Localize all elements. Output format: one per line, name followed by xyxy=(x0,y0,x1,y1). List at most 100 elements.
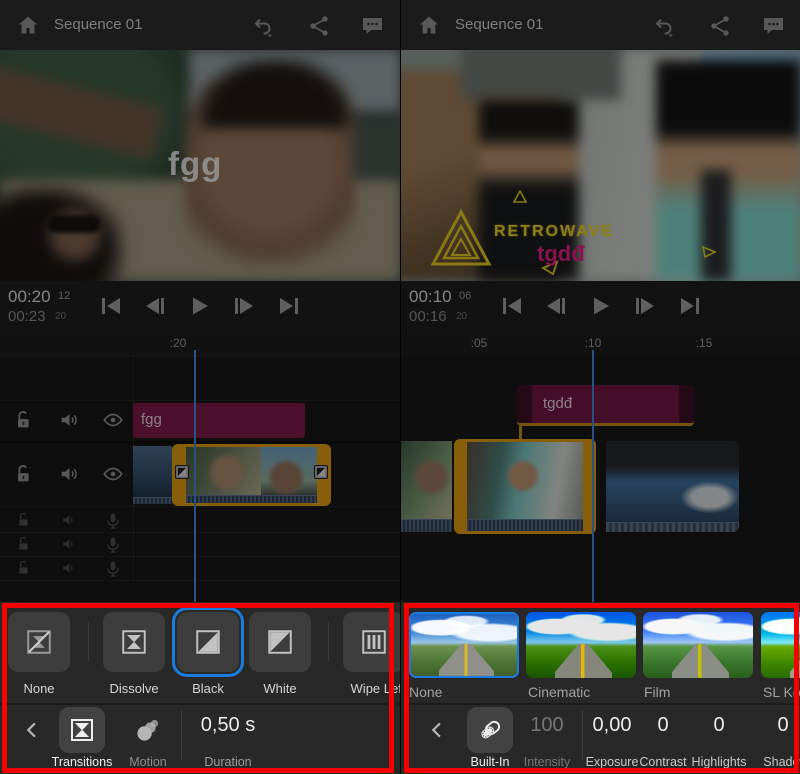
timeline-ruler[interactable]: :20 xyxy=(0,331,400,356)
transition-option-white[interactable] xyxy=(249,612,311,672)
video-clip[interactable] xyxy=(401,441,452,532)
param-label: Highlights xyxy=(691,755,747,769)
clip-trim-handle[interactable] xyxy=(517,385,532,423)
share-icon[interactable] xyxy=(708,14,732,38)
ruler-tick: :15 xyxy=(695,336,713,350)
skip-to-end-button[interactable] xyxy=(278,296,300,316)
transitions-panel: None Dissolve Black White Wipe Left Tran… xyxy=(0,602,400,774)
clip-frame-art xyxy=(467,442,583,531)
premiere-rush-dual-screenshot: Sequence 01 fgg 00:20 12 00:23 20:20 fg… xyxy=(0,0,800,774)
playhead[interactable] xyxy=(592,350,594,602)
audio-waveform xyxy=(186,495,317,503)
selected-video-clip[interactable] xyxy=(454,439,596,534)
transition-label: None xyxy=(23,681,55,696)
param-value[interactable]: 0 xyxy=(713,714,724,737)
clip-trim-handle[interactable] xyxy=(679,385,694,423)
undo-icon[interactable] xyxy=(651,14,675,38)
filter-option-none[interactable] xyxy=(409,612,519,678)
transition-label: Wipe Left xyxy=(350,681,400,696)
audio-waveform xyxy=(401,519,452,532)
transition-option-wipe-left[interactable] xyxy=(343,612,400,672)
track-mute-icon[interactable] xyxy=(58,463,80,485)
comment-icon[interactable] xyxy=(360,14,385,38)
home-icon[interactable] xyxy=(16,13,40,37)
panel-divider xyxy=(401,703,800,705)
track-mic-icon[interactable] xyxy=(104,560,123,579)
home-icon[interactable] xyxy=(417,13,441,37)
skip-to-start-button[interactable] xyxy=(100,296,122,316)
step-back-button[interactable] xyxy=(545,296,567,316)
track-lock-icon[interactable] xyxy=(16,512,33,529)
small-triangle-graphic xyxy=(513,190,527,203)
filter-option-cinematic[interactable] xyxy=(526,612,636,678)
clip-thumbnail xyxy=(186,447,317,503)
skip-to-start-button[interactable] xyxy=(501,296,523,316)
step-forward-button[interactable] xyxy=(634,296,656,316)
param-value[interactable]: 0,00 xyxy=(593,714,632,737)
track-mute-icon[interactable] xyxy=(61,512,78,529)
track-lock-icon[interactable] xyxy=(13,463,35,485)
track-lock-icon[interactable] xyxy=(16,560,33,577)
transition-indicator-icon[interactable] xyxy=(314,465,328,479)
filter-option-sl-ko[interactable] xyxy=(761,612,800,678)
track-mute-icon[interactable] xyxy=(61,536,78,553)
preview-art xyxy=(461,50,621,100)
track-mic-icon[interactable] xyxy=(104,512,123,531)
undo-icon[interactable] xyxy=(250,14,274,38)
clip-thumbnail xyxy=(467,442,583,531)
track-separator xyxy=(0,580,400,581)
right-app-panel: Sequence 01 RETROWAVE tgdđ 00:10 06 00:1… xyxy=(400,0,800,774)
transition-label: Dissolve xyxy=(109,681,159,696)
share-icon[interactable] xyxy=(307,14,331,38)
chevron-left-icon[interactable] xyxy=(22,718,42,742)
transition-indicator-icon[interactable] xyxy=(175,465,189,479)
tab-motion[interactable] xyxy=(125,707,171,753)
built-in-filter-icon xyxy=(481,720,501,739)
skip-to-end-button[interactable] xyxy=(679,296,701,316)
video-clip[interactable] xyxy=(133,446,172,504)
video-preview[interactable]: fgg xyxy=(0,50,400,281)
total-frames: 20 xyxy=(55,311,67,322)
filter-option-film[interactable] xyxy=(643,612,753,678)
param-value[interactable]: 0 xyxy=(657,714,668,737)
chevron-left-icon[interactable] xyxy=(427,718,447,742)
param-value[interactable]: 0 xyxy=(777,714,788,737)
left-header: Sequence 01 xyxy=(0,0,400,50)
video-preview[interactable]: RETROWAVE tgdđ xyxy=(401,50,800,281)
param-value[interactable]: 100 xyxy=(530,714,563,737)
transition-option-black[interactable] xyxy=(172,607,244,677)
track-separator xyxy=(0,532,400,533)
play-button[interactable] xyxy=(189,296,211,316)
param-label: Shadows xyxy=(763,755,800,769)
tab-built-in[interactable] xyxy=(467,707,513,753)
track-lock-icon[interactable] xyxy=(13,409,35,431)
transition-option-none[interactable] xyxy=(8,612,70,672)
filters-panel: None Cinematic Film SL Ko Built-In 100 I… xyxy=(401,602,800,774)
selected-title-clip[interactable]: tgdđ xyxy=(517,385,694,426)
track-mic-icon[interactable] xyxy=(104,536,123,555)
duration-value[interactable]: 0,50 s xyxy=(201,714,255,737)
audio-waveform xyxy=(467,519,583,531)
track-lock-icon[interactable] xyxy=(16,536,33,553)
track-mute-icon[interactable] xyxy=(61,560,78,577)
tab-transitions[interactable] xyxy=(59,707,105,753)
track-mute-icon[interactable] xyxy=(58,409,80,431)
playhead[interactable] xyxy=(194,350,196,602)
step-forward-button[interactable] xyxy=(233,296,255,316)
track-visibility-icon[interactable] xyxy=(102,463,124,485)
ruler-tick: :10 xyxy=(584,336,602,350)
timeline[interactable]: fgg xyxy=(0,350,400,602)
video-clip[interactable] xyxy=(606,441,739,532)
comment-icon[interactable] xyxy=(761,14,786,38)
track-visibility-icon[interactable] xyxy=(102,409,124,431)
step-back-button[interactable] xyxy=(144,296,166,316)
title-clip[interactable]: fgg xyxy=(133,403,305,438)
transition-option-dissolve[interactable] xyxy=(103,612,165,672)
panel-divider xyxy=(582,710,583,760)
retrowave-triangle-graphic xyxy=(430,208,492,266)
timeline-ruler[interactable]: :05 :10 :15 xyxy=(401,331,800,356)
filter-label: SL Ko xyxy=(763,684,800,700)
small-triangle-graphic xyxy=(701,245,717,259)
timeline[interactable]: tgdđ xyxy=(401,350,800,602)
play-button[interactable] xyxy=(590,296,612,316)
